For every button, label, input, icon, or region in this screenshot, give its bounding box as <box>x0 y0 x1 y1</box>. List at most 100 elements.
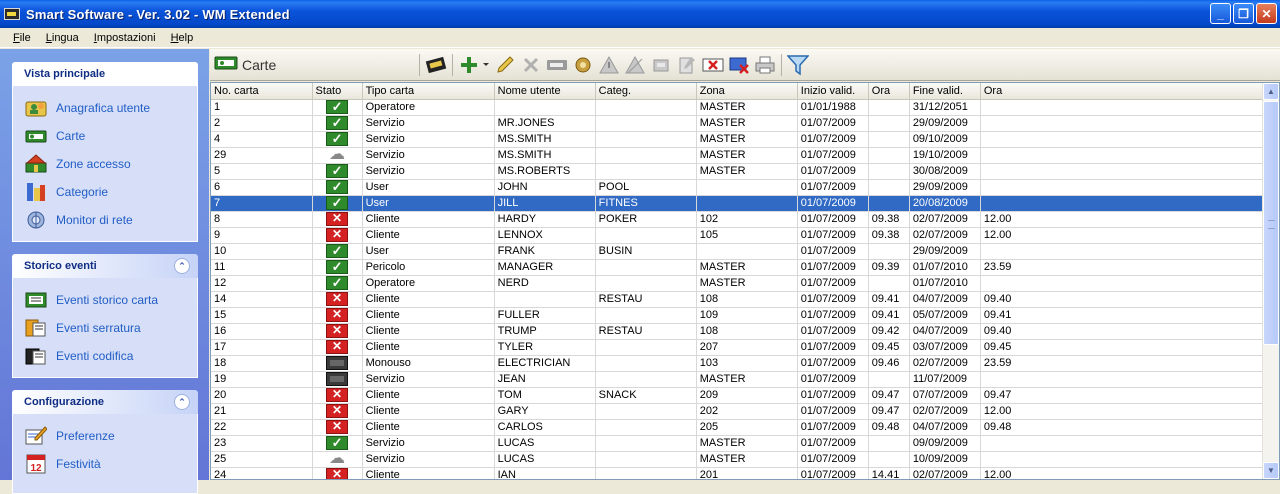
cell-fine-valid: 02/07/2009 <box>909 355 981 372</box>
table-row[interactable]: 5 ServizioMS.ROBERTS MASTER01/07/2009 30/08… <box>211 163 1265 180</box>
cell-categ <box>595 403 697 420</box>
cell-fine-valid: 11/07/2009 <box>909 371 981 388</box>
cell-inizio-valid: 01/07/2009 <box>797 163 869 180</box>
cell-categ: BUSIN <box>595 243 697 260</box>
settings-button[interactable] <box>570 52 596 78</box>
cell-inizio-valid: 01/07/2009 <box>797 179 869 196</box>
cell-zona: 209 <box>696 387 798 404</box>
table-row[interactable]: 8 ClienteHARDYPOKER10201/07/200909.3802/0… <box>211 211 1265 228</box>
menu-impostazioni[interactable]: Impostazioni <box>87 32 163 44</box>
scroll-down-button[interactable]: ▼ <box>1263 462 1279 479</box>
scroll-thumb[interactable] <box>1263 101 1279 345</box>
close-button[interactable]: ✕ <box>1256 3 1277 24</box>
table-row[interactable]: 14 Cliente RESTAU10801/07/200909.4104/07/2… <box>211 291 1265 308</box>
table-row[interactable]: 11 PericoloMANAGER MASTER01/07/200909.3901… <box>211 259 1265 276</box>
table-row[interactable]: 7 UserJILLFITNES 01/07/2009 20/08/2009 <box>211 194 1265 212</box>
remove-encoder-button[interactable] <box>726 52 752 78</box>
table-row[interactable]: 23 ServizioLUCAS MASTER01/07/2009 09/09/200… <box>211 435 1265 452</box>
table-row[interactable]: 20ClienteTOMSNACK20901/07/200909.4707/07… <box>211 387 1265 404</box>
add-dropdown-button[interactable] <box>482 52 492 78</box>
table-row[interactable]: 21 ClienteGARY 20201/07/200909.4702/07/200… <box>211 403 1265 420</box>
card-read-button[interactable] <box>544 52 570 78</box>
menu-help[interactable]: Help <box>164 32 201 44</box>
minimize-button[interactable]: _ <box>1210 3 1231 24</box>
device-button[interactable] <box>648 52 674 78</box>
col-header-stato[interactable]: Stato <box>312 83 363 100</box>
cell-no-carta: 14 <box>211 291 313 308</box>
sidebar-item-monitor[interactable]: Monitor di rete <box>25 206 197 234</box>
add-button[interactable] <box>456 52 482 78</box>
cell-ora-fine: 09.40 <box>980 323 1265 340</box>
group-title[interactable]: Vista principale <box>12 62 198 86</box>
col-header-no-carta[interactable]: No. carta <box>211 83 313 100</box>
sidebar-item-label: Preferenze <box>56 429 115 443</box>
cell-categ: FITNES <box>595 194 697 212</box>
print-button[interactable] <box>752 52 778 78</box>
table-row[interactable]: 4 ServizioMS.SMITH MASTER01/07/2009 09/10/2… <box>211 131 1265 148</box>
table-row[interactable]: 22ClienteCARLOS20501/07/200909.4804/07/2… <box>211 419 1265 436</box>
table-row[interactable]: 15ClienteFULLER10901/07/200909.4105/07/2… <box>211 307 1265 324</box>
col-header-ora-fine[interactable]: Ora <box>980 83 1265 100</box>
delete-button[interactable] <box>518 52 544 78</box>
col-header-zona[interactable]: Zona <box>696 83 798 100</box>
scroll-up-button[interactable]: ▲ <box>1263 83 1279 100</box>
warning-button[interactable] <box>596 52 622 78</box>
cell-inizio-valid: 01/07/2009 <box>797 307 869 324</box>
filter-button[interactable] <box>785 52 811 78</box>
table-row[interactable]: 6 UserJOHNPOOL 01/07/2009 29/09/2009 <box>211 179 1265 196</box>
col-header-inizio-valid[interactable]: Inizio valid. <box>797 83 869 100</box>
status-invalid-icon <box>326 323 349 338</box>
sidebar-item-zone[interactable]: Zone accesso <box>25 150 197 178</box>
table-row[interactable]: 2 ServizioMR.JONES MASTER01/07/2009 29/09/2… <box>211 115 1265 132</box>
vertical-scrollbar[interactable]: ▲ ▼ <box>1262 83 1279 479</box>
menu-file[interactable]: File <box>6 32 38 44</box>
cancel-card-button[interactable] <box>700 52 726 78</box>
table-row[interactable]: 10 UserFRANKBUSIN 01/07/2009 29/09/2009 <box>211 243 1265 260</box>
cards-table: No. carta Stato Tipo carta Nome utente C… <box>211 83 1265 479</box>
sidebar-item-eventi-storico[interactable]: Eventi storico carta <box>25 286 197 314</box>
sidebar-item-carte[interactable]: Carte <box>25 122 197 150</box>
menu-lingua[interactable]: Lingua <box>39 32 86 44</box>
edit-button[interactable] <box>492 52 518 78</box>
table-row[interactable]: 9 ClienteLENNOX 10501/07/200909.3802/07/20… <box>211 227 1265 244</box>
cell-categ: RESTAU <box>595 323 697 340</box>
cell-zona: 108 <box>696 291 798 308</box>
col-header-categ[interactable]: Categ. <box>595 83 697 100</box>
cell-fine-valid: 20/08/2009 <box>909 194 981 212</box>
col-header-fine-valid[interactable]: Fine valid. <box>909 83 981 100</box>
col-header-nome-utente[interactable]: Nome utente <box>494 83 596 100</box>
col-header-tipo-carta[interactable]: Tipo carta <box>362 83 495 100</box>
sidebar-item-anagrafica[interactable]: Anagrafica utente <box>25 94 197 122</box>
menu-help-accel: H <box>170 31 179 44</box>
sidebar-item-preferenze[interactable]: Preferenze <box>25 422 197 450</box>
encoder-remove-icon <box>729 57 749 74</box>
table-row[interactable]: 29 ServizioMS.SMITH MASTER01/07/2009 19/10/… <box>211 147 1265 164</box>
col-header-ora-inizio[interactable]: Ora <box>868 83 910 100</box>
status-valid-icon <box>326 115 349 130</box>
cell-tipo-carta: Servizio <box>362 163 495 180</box>
table-row[interactable]: 17ClienteTYLER20701/07/200909.4503/07/20… <box>211 339 1265 356</box>
toolbar: Carte <box>210 49 1280 81</box>
table-row[interactable]: 16 ClienteTRUMPRESTAU10801/07/200909.4204… <box>211 323 1265 340</box>
collapse-icon[interactable]: ⌃ <box>174 258 190 274</box>
cell-tipo-carta: Servizio <box>362 435 495 452</box>
warning-alt-button[interactable] <box>622 52 648 78</box>
sidebar-item-eventi-serratura[interactable]: Eventi serratura <box>25 314 197 342</box>
group-header[interactable]: Storico eventi ⌃ <box>12 254 198 278</box>
sidebar-item-categorie[interactable]: Categorie <box>25 178 197 206</box>
sidebar-item-festivita[interactable]: 12 Festività <box>25 450 197 478</box>
encode-card-button[interactable] <box>423 52 449 78</box>
table-row[interactable]: 19 Servizio JEAN MASTER 01/07/2009 11/07/2009 <box>211 371 1265 388</box>
edit-doc-button[interactable] <box>674 52 700 78</box>
cell-zona: MASTER <box>696 163 798 180</box>
table-row[interactable]: 25 ServizioLUCAS MASTER01/07/2009 10/09/200… <box>211 451 1265 468</box>
table-row[interactable]: 24 ClienteIAN 20101/07/200914.4102/07/2009… <box>211 467 1265 479</box>
table-row[interactable]: 18 Monouso ELECTRICIAN 103 01/07/2009 09.46 02… <box>211 355 1265 372</box>
table-row[interactable]: 12 OperatoreNERD MASTER01/07/2009 01/07/201… <box>211 275 1265 292</box>
maximize-button[interactable]: ❐ <box>1233 3 1254 24</box>
group-header[interactable]: Configurazione ⌃ <box>12 390 198 414</box>
table-row[interactable]: 1 Operatore MASTER01/01/1988 31/12/2051 <box>211 99 1265 116</box>
cell-fine-valid: 29/09/2009 <box>909 243 981 260</box>
collapse-icon[interactable]: ⌃ <box>174 394 190 410</box>
sidebar-item-eventi-codifica[interactable]: Eventi codifica <box>25 342 197 370</box>
